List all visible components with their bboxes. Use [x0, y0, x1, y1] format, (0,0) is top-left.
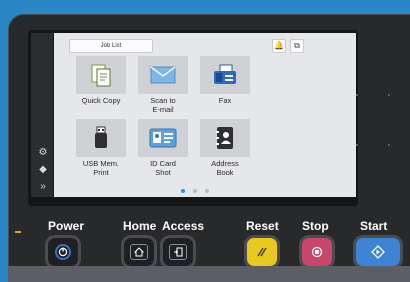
envelope-icon [150, 66, 176, 84]
reset-label: Reset [246, 219, 279, 233]
home-icon [134, 247, 144, 257]
tile-label-addr-line2: Book [216, 168, 234, 177]
home-label: Home [123, 219, 157, 233]
panel-lower-edge [8, 266, 410, 282]
bell-icon[interactable]: 🔔 [272, 39, 286, 53]
tile-label-scan-line2: E-mail [152, 105, 174, 114]
power-button[interactable] [48, 238, 78, 266]
bezel-speck [356, 144, 358, 146]
tile-label-scan-line1: Scan to [150, 96, 176, 105]
stop-button[interactable] [302, 238, 332, 266]
bezel-speck [388, 94, 390, 96]
tile-id-card-shot[interactable] [138, 119, 188, 157]
usb-icon [95, 126, 107, 148]
tile-label-usb-line2: Print [93, 168, 109, 177]
tile-address-book[interactable] [200, 119, 250, 157]
start-label: Start [360, 219, 388, 233]
reset-icon [257, 247, 267, 257]
tile-label-quick-copy: Quick Copy [81, 96, 121, 105]
stop-label: Stop [302, 219, 329, 233]
start-icon [371, 245, 385, 259]
bezel-speck [356, 94, 358, 96]
address-book-icon [216, 127, 233, 149]
tile-usb-print[interactable] [76, 119, 126, 157]
fax-icon [214, 64, 236, 84]
power-led [15, 231, 21, 233]
page-dot[interactable] [205, 189, 209, 193]
tile-scan-to-email[interactable] [138, 56, 188, 94]
home-button[interactable] [124, 238, 154, 266]
tile-label-id-line1: ID Card [150, 159, 176, 168]
power-icon [58, 247, 68, 257]
stop-icon [311, 246, 323, 258]
copy-icon [91, 64, 111, 87]
start-button[interactable] [356, 238, 400, 266]
access-label: Access [162, 219, 205, 233]
tile-fax[interactable] [200, 56, 250, 94]
counter-icon[interactable]: ⧉ [290, 39, 304, 53]
tile-label-id-line2: Shot [155, 168, 171, 177]
tray-icon[interactable]: ◆ [37, 164, 49, 176]
job-list-button[interactable]: Job List [69, 39, 153, 53]
tile-quick-copy[interactable] [76, 56, 126, 94]
access-icon [174, 247, 183, 257]
tile-label-addr-line1: Address [211, 159, 239, 168]
settings-icon[interactable]: ⚙ [37, 147, 49, 159]
reset-button[interactable] [247, 238, 277, 266]
tile-label-fax: Fax [218, 96, 232, 105]
power-label: Power [48, 219, 85, 233]
id-card-icon [149, 128, 177, 148]
bezel-speck [388, 144, 390, 146]
page-dot[interactable] [193, 189, 197, 193]
tile-label-usb-line1: USB Mem. [82, 159, 120, 168]
access-button[interactable] [163, 238, 193, 266]
expand-icon[interactable]: » [37, 181, 49, 193]
page-dot-active[interactable] [181, 189, 185, 193]
